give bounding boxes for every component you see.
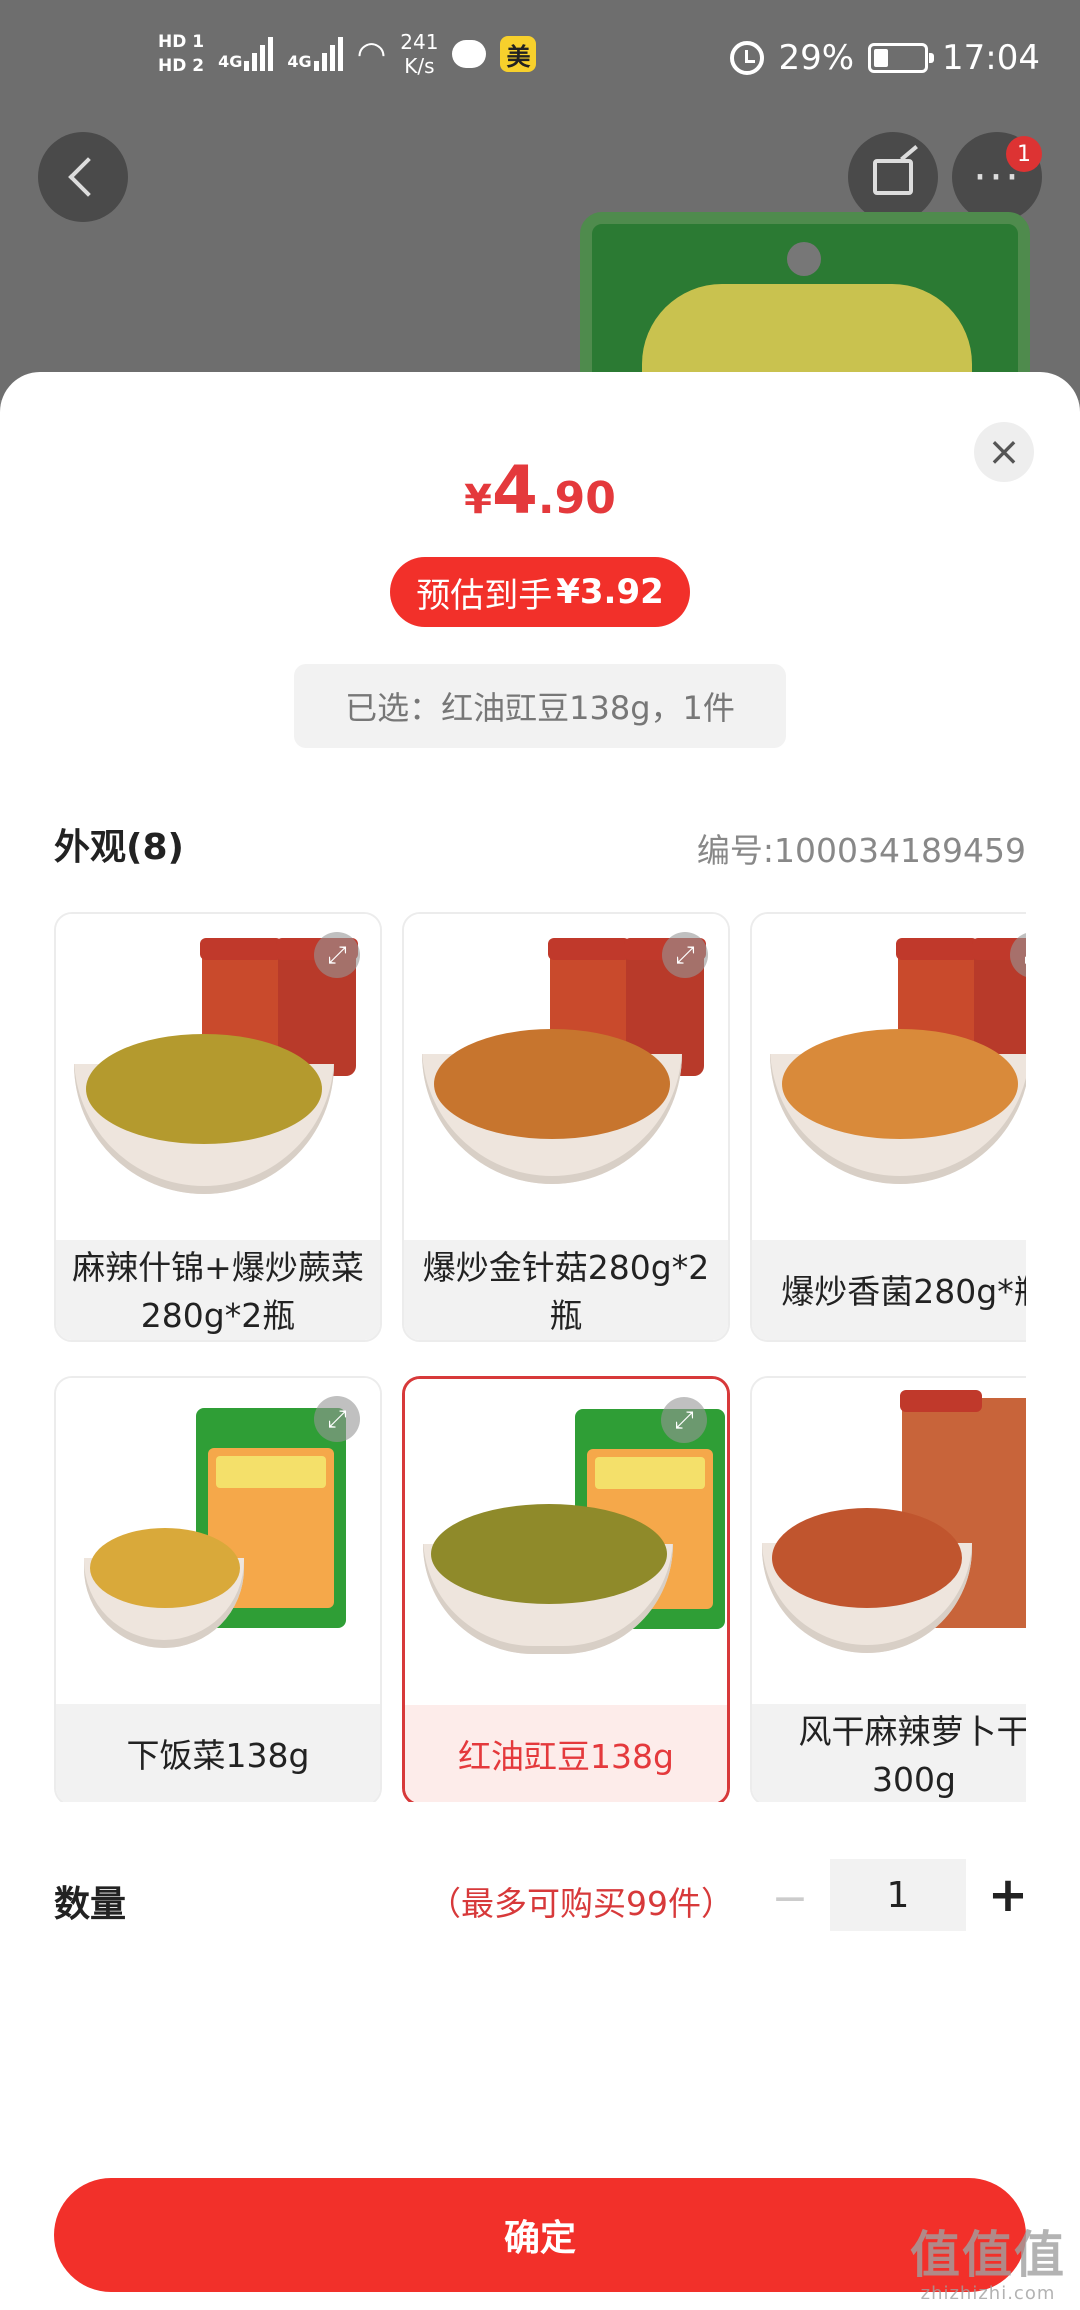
battery-percent: 29% xyxy=(778,38,855,78)
status-left: HD 1 HD 2 4G 4G ◠ 241 K/s 美 xyxy=(158,30,537,78)
battery-icon xyxy=(868,43,935,73)
watermark-logo: 值值值 xyxy=(910,2226,1066,2284)
variant-label: 爆炒香菌280g*瓶 xyxy=(752,1240,1026,1340)
variant-label: 风干麻辣萝卜干300g xyxy=(752,1704,1026,1802)
speed-unit: K/s xyxy=(404,54,435,78)
price-currency: ¥ xyxy=(464,477,492,523)
sku-selector-sheet: × ¥4.90 预估到手 ¥3.92 已选：红油豇豆138g，1件 外观(8) 编… xyxy=(0,372,1080,2310)
variant-image: ⤢ xyxy=(752,914,1026,1240)
quantity-label: 数量 xyxy=(54,1884,127,1925)
price-decimal: .90 xyxy=(537,473,616,524)
variant-option[interactable]: ⤢ 爆炒香菌280g*瓶 xyxy=(750,912,1026,1342)
variant-label: 麻辣什锦+爆炒蕨菜280g*2瓶 xyxy=(56,1240,380,1340)
chevron-left-icon xyxy=(68,157,108,197)
share-icon xyxy=(873,159,913,195)
clock: 17:04 xyxy=(942,38,1040,78)
network-type-2: 4G xyxy=(287,52,312,71)
alarm-icon xyxy=(730,41,765,75)
variant-option[interactable]: 风干麻辣萝卜干300g xyxy=(750,1376,1026,1802)
decrease-button[interactable]: − xyxy=(770,1862,810,1934)
quantity-limit: （最多可购买99件） xyxy=(428,1884,734,1923)
variant-image xyxy=(752,1378,1026,1704)
sku-number: 编号:100034189459 xyxy=(696,831,1026,870)
variant-image: ⤢ xyxy=(56,914,380,1240)
variant-option[interactable]: ⤢ 爆炒金针菇280g*2瓶 xyxy=(402,912,730,1342)
network-speed: 241 K/s xyxy=(400,30,438,78)
variant-label: 下饭菜138g xyxy=(56,1704,380,1802)
expand-icon[interactable]: ⤢ xyxy=(662,932,708,978)
quantity-input[interactable]: 1 xyxy=(830,1859,966,1931)
network-type-1: 4G xyxy=(218,52,243,71)
watermark: 值值值 zhizhizhi.com xyxy=(910,2227,1066,2304)
variant-option[interactable]: ⤢ 麻辣什锦+爆炒蕨菜280g*2瓶 xyxy=(54,912,382,1342)
variant-option[interactable]: ⤢ 下饭菜138g xyxy=(54,1376,382,1802)
variant-image: ⤢ xyxy=(56,1378,380,1704)
price-integer: 4 xyxy=(491,452,538,529)
confirm-button[interactable]: 确定 xyxy=(54,2178,1026,2292)
estimated-label: 预估到手 xyxy=(416,575,553,616)
status-bar: HD 1 HD 2 4G 4G ◠ 241 K/s 美 29% 17:04 xyxy=(0,0,1080,120)
variant-image: ⤢ xyxy=(405,1379,727,1705)
wifi-icon: ◠ xyxy=(356,34,387,74)
estimated-value: ¥3.92 xyxy=(556,572,664,612)
hd2-label: HD 2 xyxy=(158,56,205,76)
estimated-price-badge: 预估到手 ¥3.92 xyxy=(390,557,690,627)
price: ¥4.90 xyxy=(0,452,1080,529)
increase-button[interactable]: + xyxy=(985,1859,1031,1931)
signal-icon-1: 4G xyxy=(218,37,274,71)
variant-label: 爆炒金针菇280g*2瓶 xyxy=(404,1240,728,1340)
status-right: 29% 17:04 xyxy=(730,38,1040,78)
hd1-label: HD 1 xyxy=(158,32,205,52)
speed-value: 241 xyxy=(400,30,439,54)
watermark-url: zhizhizhi.com xyxy=(920,2283,1056,2304)
selected-summary: 已选：红油豇豆138g，1件 xyxy=(294,664,786,748)
message-icon xyxy=(452,40,487,68)
variant-image: ⤢ xyxy=(404,914,728,1240)
variant-option-selected[interactable]: ⤢ 红油豇豆138g xyxy=(402,1376,730,1802)
expand-icon[interactable]: ⤢ xyxy=(314,932,360,978)
back-button[interactable] xyxy=(38,132,128,222)
signal-icon-2: 4G xyxy=(287,37,343,71)
expand-icon[interactable]: ⤢ xyxy=(314,1396,360,1442)
variant-label: 红油豇豆138g xyxy=(405,1705,727,1802)
hd-indicator: HD 1 HD 2 xyxy=(158,32,204,76)
notification-badge: 1 xyxy=(1006,136,1042,172)
expand-icon[interactable]: ⤢ xyxy=(661,1397,707,1443)
variant-section-title: 外观(8) xyxy=(54,827,184,868)
variant-grid: ⤢ 麻辣什锦+爆炒蕨菜280g*2瓶 ⤢ 爆炒金针菇280g*2瓶 ⤢ xyxy=(54,912,1026,1802)
app-badge-icon: 美 xyxy=(500,36,537,72)
share-button[interactable] xyxy=(848,132,938,222)
